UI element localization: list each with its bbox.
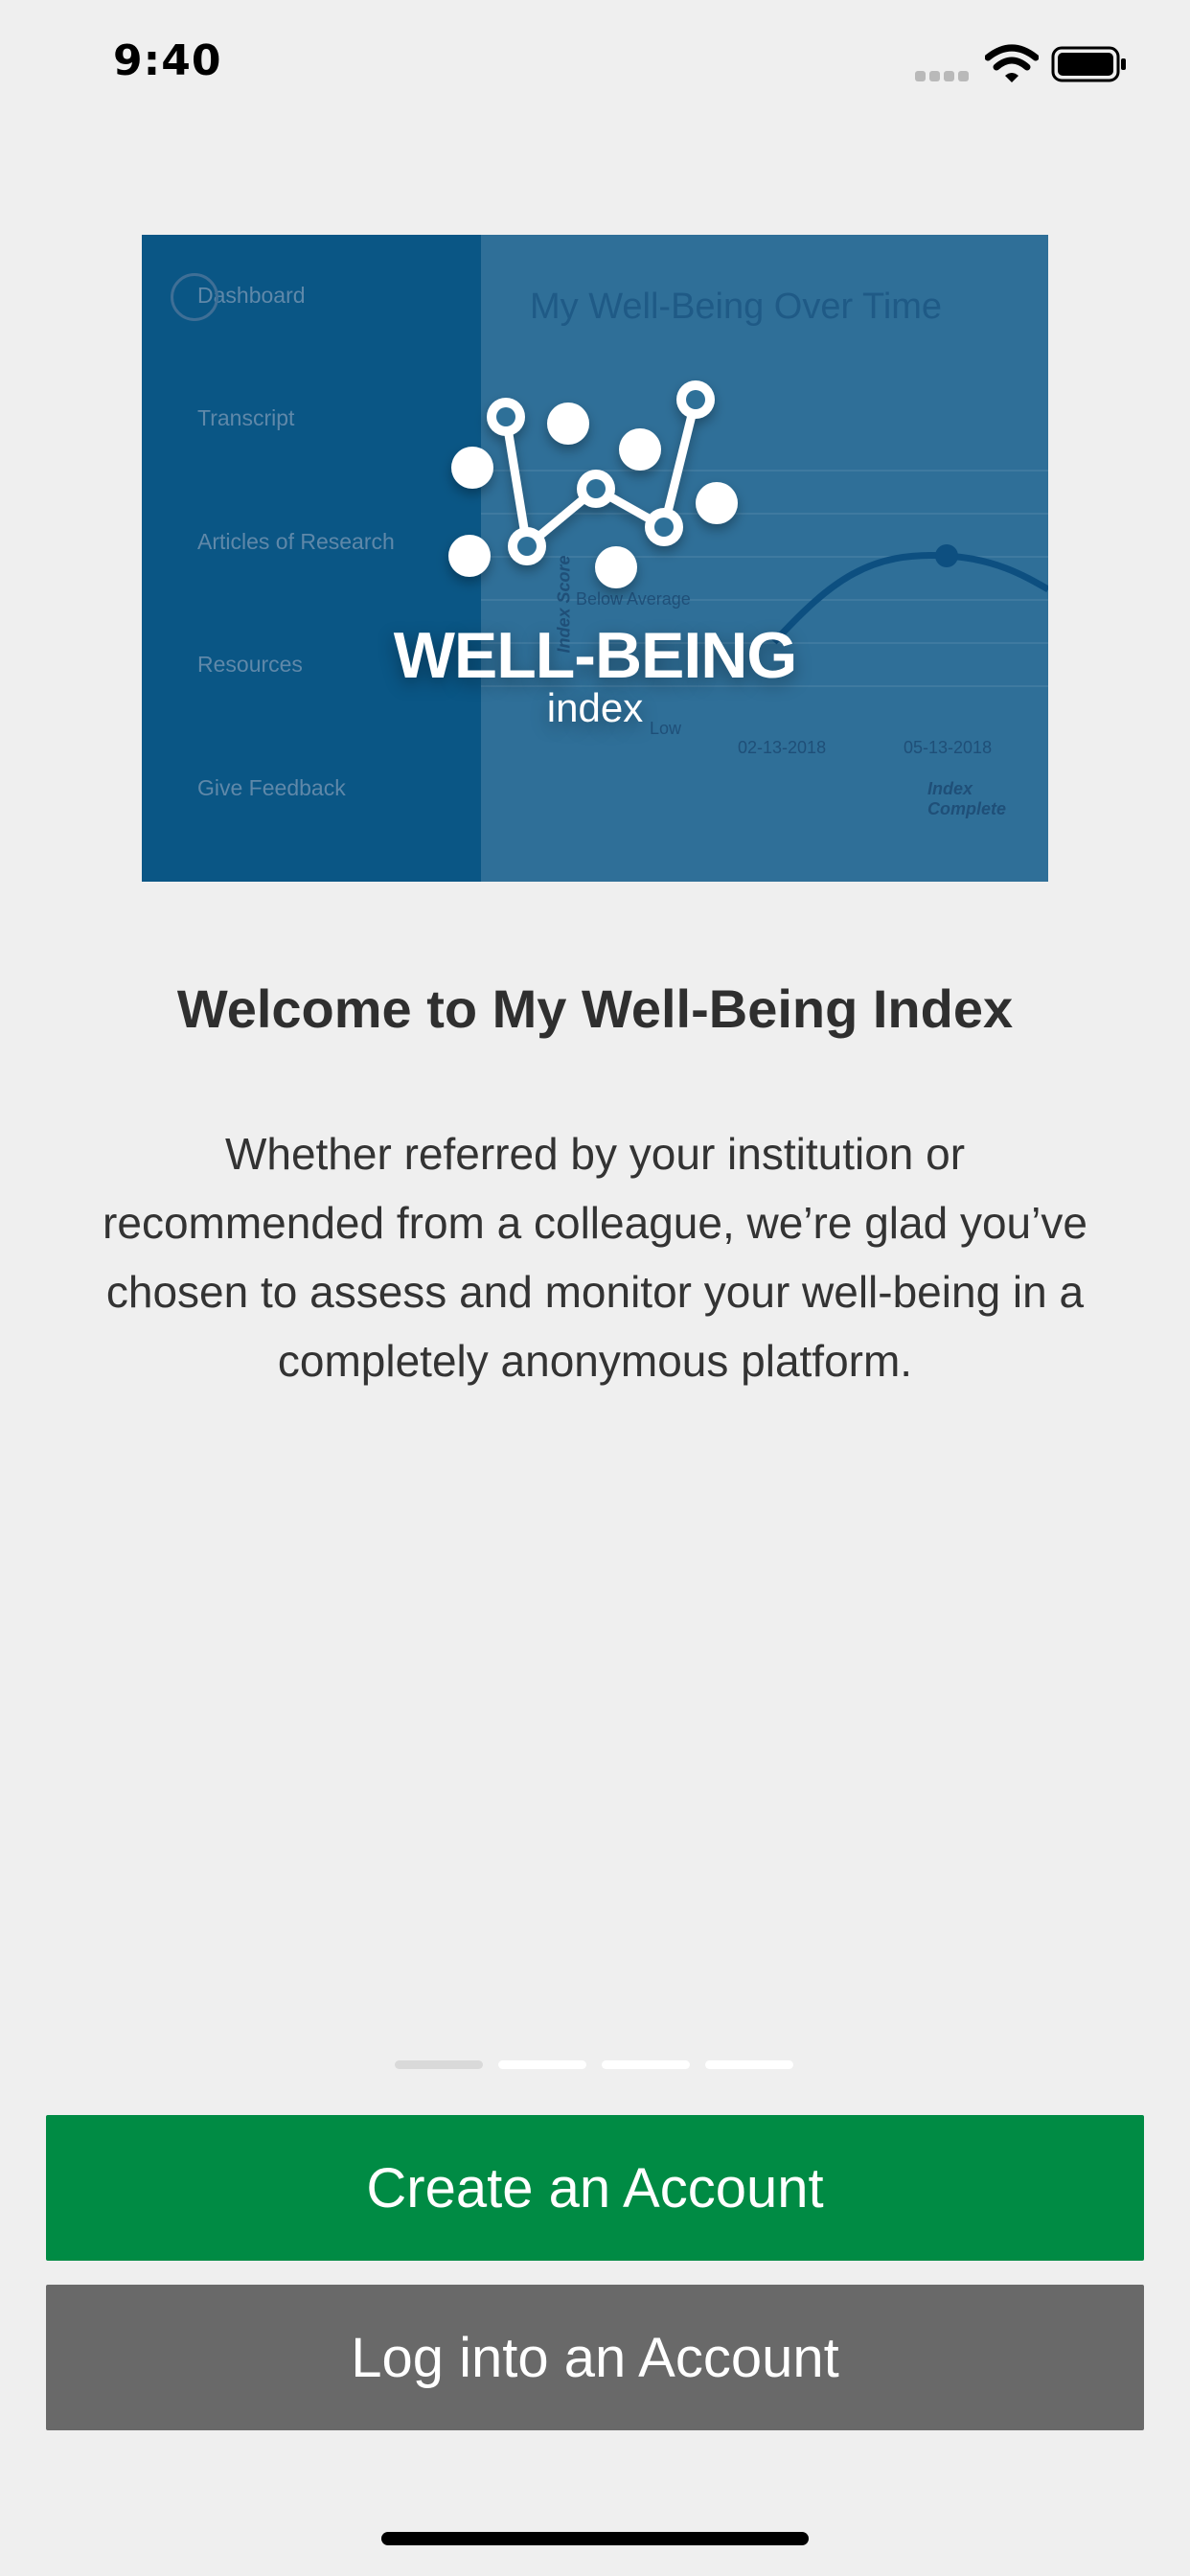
page-indicator xyxy=(395,2060,797,2072)
hero-image: Dashboard Transcript Articles of Researc… xyxy=(142,235,1048,882)
well-being-logo: WELL-BEING index xyxy=(142,235,1048,882)
logo-wordmark: WELL-BEING xyxy=(393,619,798,692)
home-indicator[interactable] xyxy=(381,2532,809,2545)
cellular-signal-icon xyxy=(915,71,973,82)
page-dot-active[interactable] xyxy=(395,2060,483,2069)
welcome-body: Whether referred by your institution or … xyxy=(103,1129,1087,1386)
welcome-title: Welcome to My Well-Being Index xyxy=(176,978,1014,1039)
status-time: 9:40 xyxy=(113,36,222,85)
page-dot[interactable] xyxy=(498,2060,586,2069)
login-button[interactable]: Log into an Account xyxy=(46,2285,1144,2430)
status-bar: 9:40 xyxy=(0,0,1190,134)
page-dot[interactable] xyxy=(705,2060,793,2069)
logo-subtitle: index xyxy=(546,685,644,730)
battery-icon xyxy=(1051,46,1126,82)
network-graph-icon xyxy=(448,380,738,588)
create-account-button[interactable]: Create an Account xyxy=(46,2115,1144,2261)
page-dot[interactable] xyxy=(602,2060,690,2069)
wifi-icon xyxy=(985,44,1039,82)
